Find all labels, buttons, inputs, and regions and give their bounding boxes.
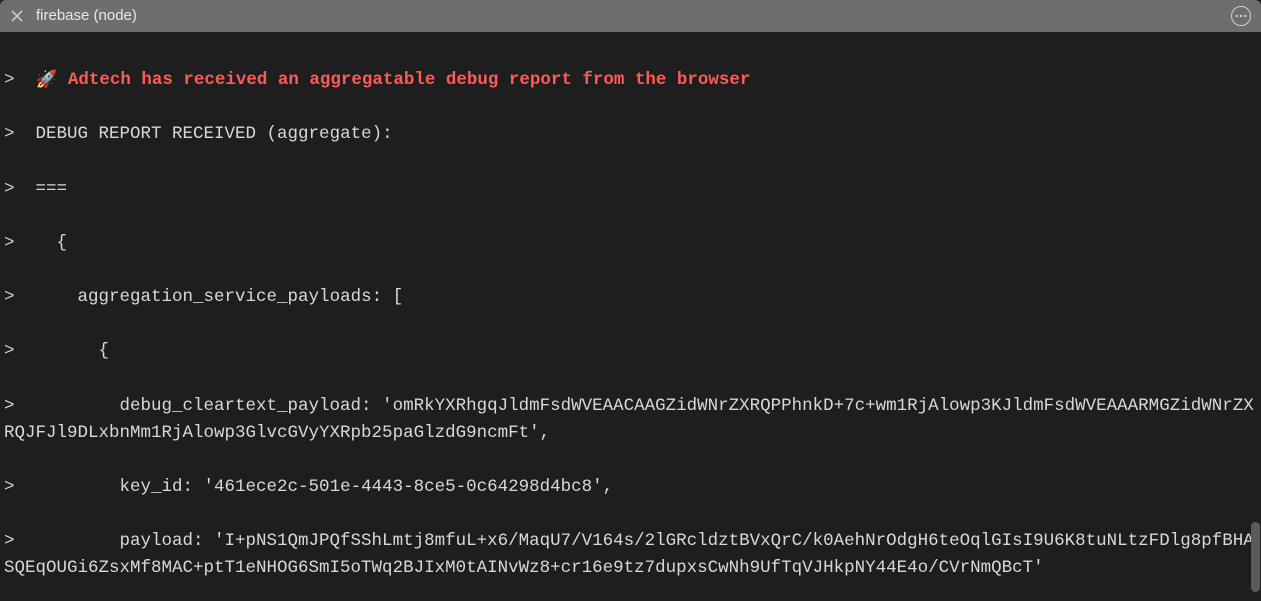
terminal-line: > key_id: '461ece2c-501e-4443-8ce5-0c642…: [4, 474, 1255, 501]
scrollbar-track[interactable]: [1251, 32, 1260, 601]
terminal-line: > {: [4, 338, 1255, 365]
output-text: aggregation_service_payloads: [: [36, 287, 404, 307]
prompt-caret: >: [4, 70, 36, 90]
output-text: DEBUG REPORT RECEIVED (aggregate):: [36, 124, 393, 144]
prompt-caret: >: [4, 341, 36, 361]
terminal-output: > 🚀 Adtech has received an aggregatable …: [0, 32, 1261, 601]
close-icon[interactable]: [10, 9, 24, 23]
terminal-line: > ===: [4, 176, 1255, 203]
prompt-caret: >: [4, 233, 36, 253]
prompt-caret: >: [4, 287, 36, 307]
terminal-line: > aggregation_service_payloads: [: [4, 284, 1255, 311]
prompt-caret: >: [4, 477, 36, 497]
prompt-caret: >: [4, 179, 36, 199]
terminal-line: > {: [4, 230, 1255, 257]
terminal-line: > payload: 'I+pNS1QmJPQfSShLmtj8mfuL+x6/…: [4, 528, 1255, 582]
terminal-line: > 🚀 Adtech has received an aggregatable …: [4, 67, 1255, 94]
scrollbar-thumb[interactable]: [1251, 522, 1260, 592]
output-text: {: [36, 233, 68, 253]
output-text: > debug_cleartext_payload: 'omRkYXRhgqJl…: [4, 396, 1254, 443]
prompt-caret: >: [4, 124, 36, 144]
more-icon[interactable]: [1231, 6, 1251, 26]
output-text: {: [36, 341, 110, 361]
output-text: ===: [36, 179, 68, 199]
terminal-line: > DEBUG REPORT RECEIVED (aggregate):: [4, 121, 1255, 148]
headline-text: Adtech has received an aggregatable debu…: [57, 70, 750, 90]
terminal-line: > debug_cleartext_payload: 'omRkYXRhgqJl…: [4, 393, 1255, 447]
output-text: key_id: '461ece2c-501e-4443-8ce5-0c64298…: [36, 477, 614, 497]
output-text: > payload: 'I+pNS1QmJPQfSShLmtj8mfuL+x6/…: [4, 531, 1254, 578]
rocket-icon: 🚀: [36, 68, 58, 95]
tab-bar: firebase (node): [0, 0, 1261, 32]
tab-title: firebase (node): [36, 4, 137, 27]
